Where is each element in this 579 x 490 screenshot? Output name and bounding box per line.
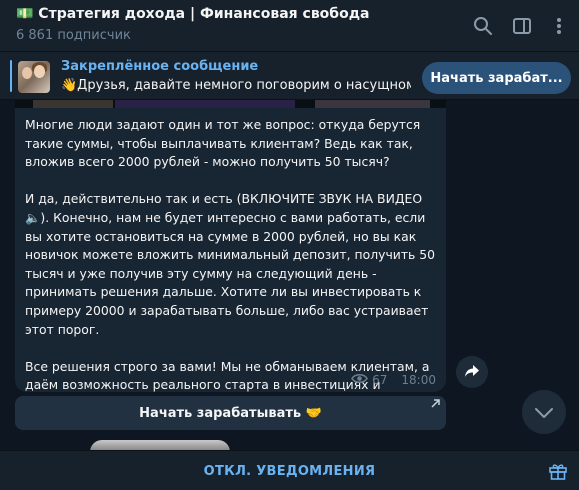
channel-title[interactable]: 💵 Стратегия дохода | Финансовая свобода	[16, 6, 369, 22]
search-icon[interactable]	[470, 13, 496, 39]
pinned-title: Закреплённое сообщение	[61, 59, 259, 74]
start-earning-button[interactable]: Начать зарабатывать 🤝	[15, 396, 446, 430]
message-bubble: Многие люди задают один и тот же вопрос:…	[15, 100, 446, 392]
forward-button[interactable]	[456, 356, 488, 388]
mute-notifications-button[interactable]: ОТКЛ. УВЕДОМЛЕНИЯ	[0, 451, 579, 490]
subscriber-count: 6 861 подписчик	[16, 28, 131, 43]
chevron-down-icon	[535, 403, 553, 422]
external-link-icon	[431, 399, 440, 411]
chat-header: 💵 Стратегия дохода | Финансовая свобода …	[0, 0, 579, 52]
share-icon	[464, 363, 480, 382]
message-paragraph: И да, действительно так и есть (ВКЛЮЧИТЕ…	[25, 191, 436, 337]
message-text: Многие люди задают один и тот же вопрос:…	[25, 116, 439, 392]
sidebar-toggle-icon[interactable]	[509, 13, 535, 39]
more-icon[interactable]	[546, 13, 572, 39]
pinned-action-button[interactable]: Начать зарабат...	[422, 62, 571, 94]
view-count: 67	[372, 373, 388, 387]
bottom-bar: ОТКЛ. УВЕДОМЛЕНИЯ	[0, 450, 579, 490]
message-paragraph: Многие люди задают один и тот же вопрос:…	[25, 117, 421, 170]
inline-button-label: Начать зарабатывать 🤝	[139, 405, 322, 421]
pinned-text: 👋Друзья, давайте немного поговорим о нас…	[61, 78, 411, 93]
pinned-thumbnail	[18, 61, 50, 93]
video-thumbnail[interactable]	[15, 100, 446, 108]
scroll-down-button[interactable]	[522, 390, 566, 434]
pinned-indicator	[10, 60, 12, 92]
message-time: 18:00	[401, 373, 436, 387]
message-meta: 67 18:00	[351, 373, 436, 387]
eye-icon	[351, 373, 369, 387]
gift-icon[interactable]	[548, 461, 568, 481]
